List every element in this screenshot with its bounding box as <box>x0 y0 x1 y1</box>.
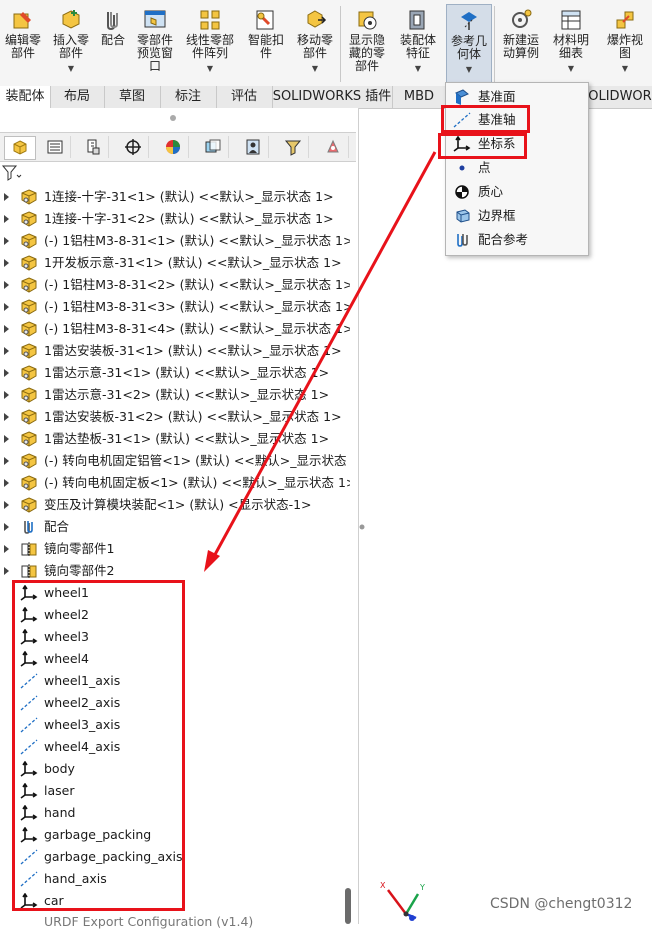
watermark: CSDN @chengt0312 <box>490 896 633 912</box>
view-triad: X Y <box>376 876 426 922</box>
triad-x-label: X <box>380 881 386 890</box>
annotation-arrow <box>204 151 437 572</box>
triad-y-label: Y <box>419 883 425 892</box>
